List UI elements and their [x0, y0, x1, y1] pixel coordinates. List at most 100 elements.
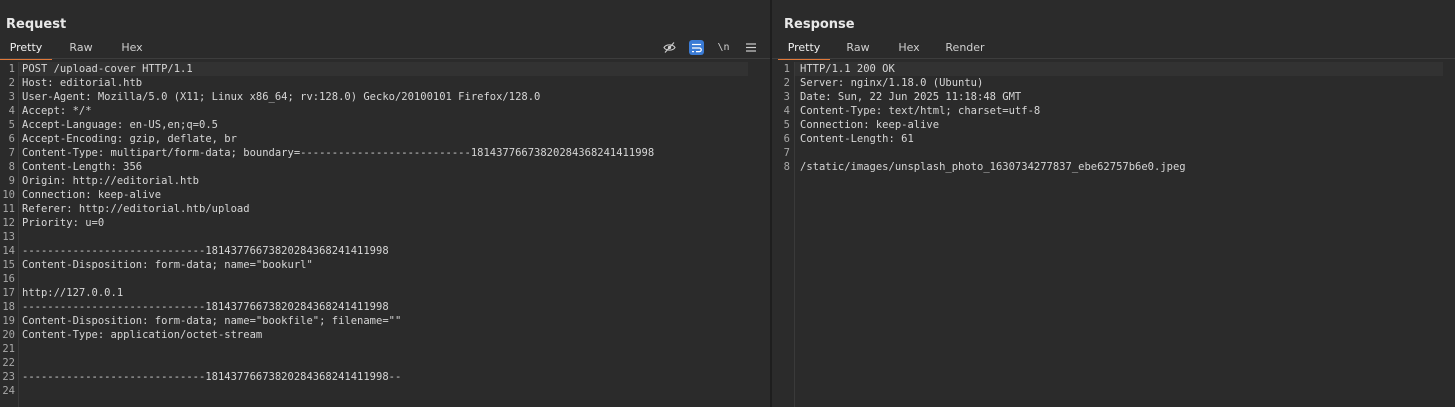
request-line-text: Connection: keep-alive — [22, 189, 162, 201]
request-line-number: 17 — [2, 287, 15, 299]
request-line-number: 11 — [2, 203, 15, 215]
response-tab-raw[interactable]: Raw — [830, 38, 886, 58]
response-line-number: 4 — [783, 105, 790, 117]
request-line-number: 21 — [2, 343, 15, 355]
request-line-number: 4 — [8, 105, 15, 117]
wrap-lines-icon[interactable] — [689, 40, 704, 55]
request-line-number: 7 — [8, 147, 15, 159]
request-line-text: -----------------------------18143776673… — [22, 245, 389, 257]
response-line-number: 8 — [783, 161, 790, 173]
response-line: 1 HTTP/1.1 200 OK — [772, 62, 1445, 76]
response-line-text: Content-Type: text/html; charset=utf-8 — [800, 105, 1041, 117]
request-line: 7 Content-Type: multipart/form-data; boun… — [0, 146, 760, 160]
response-tab-divider — [772, 58, 1455, 59]
request-line-number: 1 — [8, 63, 15, 75]
response-line-text: Connection: keep-alive — [800, 119, 940, 131]
request-pane: Request Pretty Raw Hex \n 1 POST /upload-… — [0, 0, 770, 407]
request-line-text: Content-Disposition: form-data; name="bo… — [22, 315, 402, 327]
request-line-number: 22 — [2, 357, 15, 369]
response-tabs: Pretty Raw Hex Render — [778, 38, 998, 60]
hide-nonprintable-icon[interactable] — [662, 40, 677, 55]
request-line: 16 — [0, 272, 760, 286]
request-line-text: http://127.0.0.1 — [22, 287, 124, 299]
response-lines: 1 HTTP/1.1 200 OK 2 Server: nginx/1.18.0 (U… — [772, 62, 1445, 174]
response-line: 3 Date: Sun, 22 Jun 2025 11:18:48 GMT — [772, 90, 1445, 104]
request-line: 22 — [0, 356, 760, 370]
response-line-text: Content-Length: 61 — [800, 133, 914, 145]
request-line-number: 18 — [2, 301, 15, 313]
request-line: 12 Priority: u=0 — [0, 216, 760, 230]
request-line-text: Content-Disposition: form-data; name="bo… — [22, 259, 313, 271]
request-line-text: -----------------------------18143776673… — [22, 301, 389, 313]
request-line-number: 2 — [8, 77, 15, 89]
request-line: 18 -----------------------------181437766… — [0, 300, 760, 314]
response-line-number: 1 — [783, 63, 790, 75]
response-line-number: 6 — [783, 133, 790, 145]
newline-toggle-icon[interactable]: \n — [716, 40, 731, 55]
request-line-number: 20 — [2, 329, 15, 341]
request-line: 19 Content-Disposition: form-data; name="… — [0, 314, 760, 328]
response-line: 4 Content-Type: text/html; charset=utf-8 — [772, 104, 1445, 118]
request-tab-pretty[interactable]: Pretty — [0, 38, 52, 60]
response-line-number: 3 — [783, 91, 790, 103]
request-line-number: 24 — [2, 385, 15, 397]
request-line-text: Referer: http://editorial.htb/upload — [22, 203, 250, 215]
request-line-number: 23 — [2, 371, 15, 383]
response-line-number: 7 — [783, 147, 790, 159]
request-line: 17 http://127.0.0.1 — [0, 286, 760, 300]
request-line-text: POST /upload-cover HTTP/1.1 — [22, 63, 193, 75]
request-line-number: 13 — [2, 231, 15, 243]
request-line-text: Content-Type: multipart/form-data; bound… — [22, 147, 655, 159]
request-line-number: 9 — [8, 175, 15, 187]
request-line-number: 15 — [2, 259, 15, 271]
request-line-text: Accept-Encoding: gzip, deflate, br — [22, 133, 237, 145]
menu-icon[interactable] — [743, 40, 758, 55]
request-line-number: 12 — [2, 217, 15, 229]
response-line: 7 — [772, 146, 1445, 160]
response-tab-pretty[interactable]: Pretty — [778, 38, 830, 60]
request-line: 2 Host: editorial.htb — [0, 76, 760, 90]
request-line: 24 — [0, 384, 760, 398]
response-line-text: Date: Sun, 22 Jun 2025 11:18:48 GMT — [800, 91, 1022, 103]
request-line: 1 POST /upload-cover HTTP/1.1 — [0, 62, 760, 76]
request-line: 6 Accept-Encoding: gzip, deflate, br — [0, 132, 760, 146]
request-line: 5 Accept-Language: en-US,en;q=0.5 — [0, 118, 760, 132]
request-line: 10 Connection: keep-alive — [0, 188, 760, 202]
response-editor[interactable]: 1 HTTP/1.1 200 OK 2 Server: nginx/1.18.0 (U… — [772, 62, 1455, 407]
response-line-number: 5 — [783, 119, 790, 131]
request-line-text: User-Agent: Mozilla/5.0 (X11; Linux x86_… — [22, 91, 541, 103]
request-line-text: Accept-Language: en-US,en;q=0.5 — [22, 119, 218, 131]
response-line: 5 Connection: keep-alive — [772, 118, 1445, 132]
response-tab-render[interactable]: Render — [932, 38, 998, 58]
request-line: 13 — [0, 230, 760, 244]
request-tab-divider — [0, 58, 770, 59]
response-line: 2 Server: nginx/1.18.0 (Ubuntu) — [772, 76, 1445, 90]
request-line-number: 19 — [2, 315, 15, 327]
response-line: 8/static/images/unsplash_photo_163073427… — [772, 160, 1445, 174]
request-line: 21 — [0, 342, 760, 356]
request-line-number: 16 — [2, 273, 15, 285]
response-title: Response — [784, 17, 855, 32]
request-line: 15 Content-Disposition: form-data; name="… — [0, 258, 760, 272]
request-line: 20 Content-Type: application/octet-stream — [0, 328, 760, 342]
request-line: 23 -----------------------------181437766… — [0, 370, 760, 384]
request-line-number: 3 — [8, 91, 15, 103]
request-tab-raw[interactable]: Raw — [52, 38, 110, 58]
request-line: 8 Content-Length: 356 — [0, 160, 760, 174]
response-tab-hex[interactable]: Hex — [886, 38, 932, 58]
request-line: 9 Origin: http://editorial.htb — [0, 174, 760, 188]
request-editor[interactable]: 1 POST /upload-cover HTTP/1.1 2 Host: edito… — [0, 62, 770, 407]
request-tab-hex[interactable]: Hex — [110, 38, 154, 58]
request-line-text: Host: editorial.htb — [22, 77, 143, 89]
request-title: Request — [6, 17, 67, 32]
request-line-number: 10 — [2, 189, 15, 201]
response-line-number: 2 — [783, 77, 790, 89]
response-line-text: /static/images/unsplash_photo_1630734277… — [800, 161, 1186, 173]
request-line: 11 Referer: http://editorial.htb/upload — [0, 202, 760, 216]
request-line-text: Content-Type: application/octet-stream — [22, 329, 263, 341]
request-tabs: Pretty Raw Hex — [0, 38, 154, 60]
request-line: 4 Accept: */* — [0, 104, 760, 118]
request-line-text: Accept: */* — [22, 105, 92, 117]
request-line-text: Origin: http://editorial.htb — [22, 175, 200, 187]
request-line: 3 User-Agent: Mozilla/5.0 (X11; Linux x86… — [0, 90, 760, 104]
